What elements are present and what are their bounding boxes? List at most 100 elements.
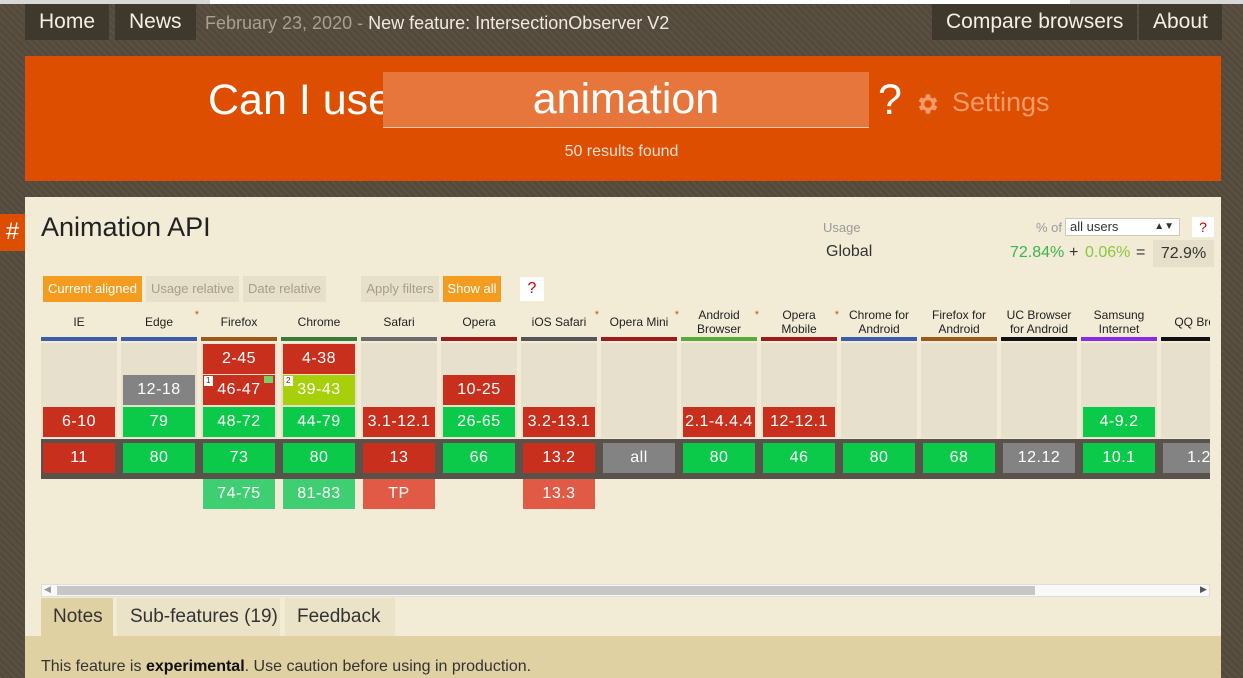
support-cell[interactable]: 3.1-12.1: [363, 407, 435, 437]
notes-text-before: This feature is: [41, 658, 146, 675]
usage-total: 72.9%: [1153, 240, 1214, 267]
support-cell[interactable]: 12-12.1: [763, 407, 835, 437]
browser-header[interactable]: UC Browser for Android: [1001, 306, 1077, 341]
version-range: 44-79: [297, 413, 341, 430]
usage-label: Usage: [823, 220, 861, 235]
support-cell[interactable]: all: [603, 443, 675, 473]
support-cell[interactable]: 6-10: [43, 407, 115, 437]
support-cell[interactable]: 13.3: [523, 479, 595, 509]
browser-color-bar: [601, 337, 677, 341]
version-range: 10-25: [457, 381, 501, 398]
support-cell[interactable]: 80: [683, 443, 755, 473]
support-cell[interactable]: 79: [123, 407, 195, 437]
browser-header[interactable]: Firefox: [201, 306, 277, 341]
version-range: 2.1-4.4.4: [685, 413, 753, 430]
support-cell[interactable]: 80: [283, 443, 355, 473]
current-aligned-button[interactable]: Current aligned: [43, 276, 142, 302]
browser-header[interactable]: Opera Mini *: [601, 306, 679, 341]
version-range: 4-9.2: [1099, 413, 1139, 430]
show-all-button[interactable]: Show all: [443, 276, 501, 302]
browser-name: UC Browser for Android: [1006, 307, 1072, 336]
usage-relative-button[interactable]: Usage relative: [146, 276, 239, 302]
scroll-right-icon[interactable]: ▶: [1200, 584, 1207, 595]
apply-filters-button[interactable]: Apply filters: [361, 276, 439, 302]
tab-sub-features[interactable]: Sub-features (19): [117, 598, 280, 636]
support-cell[interactable]: 1.2: [1163, 443, 1210, 473]
browser-color-bar: [201, 337, 277, 341]
support-cell[interactable]: 46-47 1: [203, 375, 275, 405]
support-cell[interactable]: 12.12: [1003, 443, 1075, 473]
scrollbar-thumb[interactable]: [57, 586, 1035, 595]
news-title[interactable]: New feature: IntersectionObserver V2: [368, 13, 669, 33]
search-input[interactable]: [383, 72, 869, 128]
version-range: 1.2: [1187, 449, 1210, 466]
browser-color-bar: [521, 337, 597, 341]
support-cell[interactable]: 2.1-4.4.4: [683, 407, 755, 437]
support-cell[interactable]: 80: [843, 443, 915, 473]
users-select[interactable]: all users ▲▼: [1065, 218, 1180, 236]
support-cell[interactable]: 26-65: [443, 407, 515, 437]
question-mark: ?: [878, 76, 902, 124]
feature-title[interactable]: Animation API: [41, 212, 211, 243]
version-range: TP: [388, 485, 410, 502]
browser-header[interactable]: iOS Safari *: [521, 306, 599, 341]
browser-header[interactable]: IE: [41, 306, 117, 341]
browser-header[interactable]: Android Browser *: [681, 306, 759, 341]
version-range: 80: [869, 449, 889, 466]
note-number: 2: [284, 376, 293, 386]
support-cell[interactable]: 4-9.2: [1083, 407, 1155, 437]
browser-header[interactable]: Opera Mobile *: [761, 306, 839, 341]
version-range: 10.1: [1102, 449, 1136, 466]
browser-header[interactable]: Edge *: [121, 306, 199, 341]
support-cell[interactable]: 13.2: [523, 443, 595, 473]
support-cell[interactable]: 11: [43, 443, 115, 473]
filters-help-button[interactable]: ?: [520, 277, 544, 301]
support-cell[interactable]: 48-72: [203, 407, 275, 437]
past-versions-column: [1001, 343, 1077, 438]
nav-about[interactable]: About: [1139, 4, 1222, 40]
version-range: 11: [70, 449, 88, 466]
nav-home[interactable]: Home: [25, 4, 110, 40]
support-cell[interactable]: 68: [923, 443, 995, 473]
support-cell[interactable]: 44-79: [283, 407, 355, 437]
support-cell[interactable]: 3.2-13.1: [523, 407, 595, 437]
browser-header[interactable]: Safari: [361, 306, 437, 341]
usage-help-button[interactable]: ?: [1192, 217, 1214, 237]
browser-header[interactable]: Samsung Internet: [1081, 306, 1157, 341]
tab-notes[interactable]: Notes: [41, 598, 113, 636]
scroll-left-icon[interactable]: ◀: [44, 584, 51, 595]
version-range: 13: [389, 449, 409, 466]
support-cell[interactable]: 66: [443, 443, 515, 473]
version-range: 12-12.1: [770, 413, 828, 430]
permalink-hash[interactable]: #: [0, 214, 25, 251]
support-cell[interactable]: 74-75: [203, 479, 275, 509]
version-range: 39-43: [297, 381, 341, 398]
settings-link[interactable]: Settings: [952, 87, 1050, 118]
news-headline[interactable]: February 23, 2020 - New feature: Interse…: [205, 13, 669, 34]
browser-header[interactable]: Chrome: [281, 306, 357, 341]
browser-header[interactable]: Chrome for Android: [841, 306, 917, 341]
support-cell[interactable]: 4-38: [283, 344, 355, 374]
nav-compare-browsers[interactable]: Compare browsers: [932, 4, 1138, 40]
support-cell[interactable]: 81-83: [283, 479, 355, 509]
browser-name: iOS Safari: [531, 314, 587, 329]
nav-news[interactable]: News: [115, 4, 196, 40]
support-cell[interactable]: 10.1: [1083, 443, 1155, 473]
date-relative-button[interactable]: Date relative: [243, 276, 326, 302]
browser-header[interactable]: Opera: [441, 306, 517, 341]
support-cell[interactable]: 10-25: [443, 375, 515, 405]
support-cell[interactable]: 73: [203, 443, 275, 473]
support-cell[interactable]: 2-45: [203, 344, 275, 374]
browser-header[interactable]: Firefox for Android: [921, 306, 997, 341]
browser-color-bar: [1161, 337, 1210, 341]
support-cell[interactable]: TP: [363, 479, 435, 509]
support-cell[interactable]: 39-43 2: [283, 375, 355, 405]
support-cell[interactable]: 12-18: [123, 375, 195, 405]
browser-header[interactable]: QQ Brow: [1161, 306, 1210, 341]
tab-feedback[interactable]: Feedback: [285, 598, 395, 636]
support-cell[interactable]: 80: [123, 443, 195, 473]
support-cell[interactable]: 46: [763, 443, 835, 473]
gear-icon[interactable]: [915, 91, 941, 117]
version-range: 3.2-13.1: [527, 413, 591, 430]
support-cell[interactable]: 13: [363, 443, 435, 473]
